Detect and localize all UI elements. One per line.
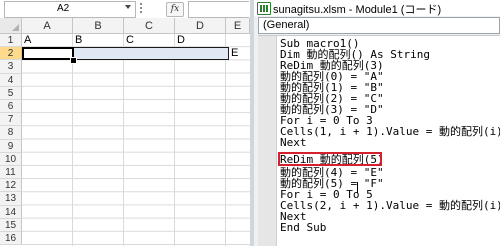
active-cell-a2[interactable] xyxy=(22,47,74,60)
code-line-18[interactable]: End Sub xyxy=(280,222,326,233)
vbe-window-title: sunagitsu.xlsm - Module1 (コード) xyxy=(273,4,442,16)
spreadsheet-grid[interactable]: A B C D E 1 2 3 4 5 6 7 8 9 10 11 12 13 … xyxy=(0,18,250,246)
cell-d1[interactable]: D xyxy=(177,34,185,46)
column-header-a[interactable]: A xyxy=(22,18,73,34)
row-header-14[interactable]: 14 xyxy=(0,205,22,219)
formula-bar-input[interactable] xyxy=(188,1,249,18)
row-header-2[interactable]: 2 xyxy=(0,47,22,61)
select-all-corner[interactable] xyxy=(0,18,22,34)
column-header-c[interactable]: C xyxy=(124,18,175,34)
vbe-code-window: sunagitsu.xlsm - Module1 (コード) (General)… xyxy=(254,0,500,246)
code-line-16[interactable]: Cells(2, i + 1).Value = 動的配列(i) xyxy=(280,200,500,211)
cell-area[interactable] xyxy=(22,34,250,246)
row-header-6[interactable]: 6 xyxy=(0,100,22,114)
row-header-7[interactable]: 7 xyxy=(0,113,22,127)
insert-function-button[interactable]: fx xyxy=(166,2,184,17)
cell-b1[interactable]: B xyxy=(75,34,82,46)
name-box[interactable]: A2 xyxy=(4,1,136,18)
excel-module-icon xyxy=(257,2,271,15)
row-header-3[interactable]: 3 xyxy=(0,60,22,74)
select-all-icon xyxy=(12,24,19,31)
column-header-e[interactable]: E xyxy=(226,18,250,34)
name-box-value: A2 xyxy=(57,3,70,14)
excel-pane: A2 fx A B C D E 1 2 3 4 5 6 7 8 9 10 11 … xyxy=(0,0,250,246)
object-combo[interactable]: (General) xyxy=(258,17,500,34)
cell-a1[interactable]: A xyxy=(24,34,31,46)
row-header-9[interactable]: 9 xyxy=(0,139,22,153)
row-header-8[interactable]: 8 xyxy=(0,126,22,140)
row-header-16[interactable]: 16 xyxy=(0,232,22,246)
row-header-12[interactable]: 12 xyxy=(0,179,22,193)
code-line-9[interactable]: Cells(1, i + 1).Value = 動的配列(i) xyxy=(280,126,500,137)
row-header-5[interactable]: 5 xyxy=(0,86,22,100)
code-editor[interactable]: Sub macro1() Dim 動的配列() As String ReDim … xyxy=(258,35,500,246)
row-header-1[interactable]: 1 xyxy=(0,34,22,48)
row-header-11[interactable]: 11 xyxy=(0,166,22,180)
text-cursor xyxy=(357,182,358,193)
code-line-10[interactable]: Next xyxy=(280,137,307,148)
row-header-15[interactable]: 15 xyxy=(0,218,22,232)
chevron-down-icon[interactable] xyxy=(125,5,131,9)
highlight-box xyxy=(278,152,382,166)
cell-c1[interactable]: C xyxy=(126,34,134,46)
formula-bar-grip-icon[interactable] xyxy=(140,3,142,13)
column-header-b[interactable]: B xyxy=(73,18,124,34)
fill-handle[interactable] xyxy=(70,57,77,64)
margin-indicator-bar[interactable] xyxy=(258,36,277,246)
row-header-10[interactable]: 10 xyxy=(0,152,22,166)
row-header-13[interactable]: 13 xyxy=(0,192,22,206)
column-header-d[interactable]: D xyxy=(175,18,226,34)
object-combo-value: (General) xyxy=(263,19,310,31)
vbe-titlebar[interactable]: sunagitsu.xlsm - Module1 (コード) xyxy=(254,0,500,16)
row-header-4[interactable]: 4 xyxy=(0,73,22,87)
module-icon-lines xyxy=(260,5,268,12)
cell-e2-overflow[interactable]: E xyxy=(231,47,238,59)
